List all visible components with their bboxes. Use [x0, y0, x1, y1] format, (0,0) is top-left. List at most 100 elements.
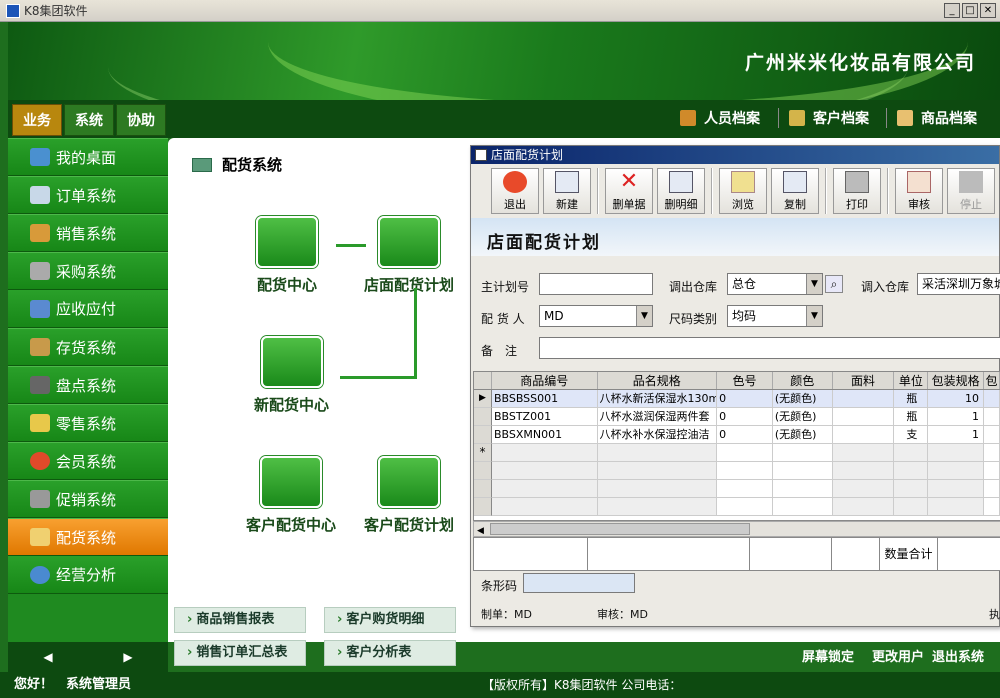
stop-icon	[959, 171, 983, 193]
quicklink-staff[interactable]: 人员档案	[680, 100, 760, 136]
flow-customer-plan[interactable]: 客户配货计划	[364, 456, 454, 535]
table-row[interactable]: BBSTZ001 八杯水滋润保湿两件套 0 (无颜色) 瓶 1	[474, 408, 1000, 426]
new-doc-icon	[555, 171, 579, 193]
minimize-button[interactable]: _	[944, 3, 960, 18]
person-label: 配 货 人	[481, 312, 525, 326]
delete-doc-button[interactable]: ✕ 删单据	[605, 168, 653, 214]
menu-tab-help[interactable]: 协助	[116, 104, 166, 136]
calculator-icon	[30, 376, 50, 394]
dropdown-arrow-icon: ▼	[806, 306, 822, 326]
table-row[interactable]: BBSXMN001 八杯水补水保湿控油洁 0 (无颜色) 支 1	[474, 426, 1000, 444]
row-pointer-icon: ▶	[474, 390, 492, 408]
dialog-toolbar: 退出 新建 ✕ 删单据 删明细 浏览 复制 打印 审核 停止	[471, 164, 999, 218]
new-row[interactable]: *	[474, 444, 1000, 462]
exec-label: 执	[989, 608, 1000, 621]
maximize-button[interactable]: □	[962, 3, 978, 18]
lock-screen-button[interactable]: 屏幕锁定	[802, 646, 854, 665]
sidebar-item-promotion[interactable]: 促销系统	[8, 480, 168, 518]
power-icon	[503, 171, 527, 193]
customer-icon	[789, 110, 805, 126]
sidebar-item-payables[interactable]: 应收应付	[8, 290, 168, 328]
sidebar-item-stocktake[interactable]: 盘点系统	[8, 366, 168, 404]
delete-detail-button[interactable]: 删明细	[657, 168, 705, 214]
next-button[interactable]: ▶	[123, 650, 132, 664]
browse-button[interactable]: 浏览	[719, 168, 767, 214]
documents-icon	[378, 456, 440, 508]
search-icon[interactable]: ⌕	[825, 275, 843, 293]
sidebar-item-sales[interactable]: 销售系统	[8, 214, 168, 252]
sidebar-item-analysis[interactable]: 经营分析	[8, 556, 168, 594]
exit-button[interactable]: 退出	[491, 168, 539, 214]
out-warehouse-select[interactable]: 总仓 ▼	[727, 273, 823, 295]
sidebar-item-order[interactable]: 订单系统	[8, 176, 168, 214]
totals-label: 数量合计	[880, 538, 938, 570]
horizontal-scrollbar[interactable]: ◀	[473, 521, 1000, 537]
report-product-sales[interactable]: › 商品销售报表	[174, 607, 306, 633]
exit-system-button[interactable]: 退出系统	[932, 646, 984, 665]
copy-button[interactable]: 复制	[771, 168, 819, 214]
list-icon	[669, 171, 693, 193]
sidebar-nav: ◀ ▶	[8, 642, 168, 672]
dialog-store-plan: 店面配货计划 退出 新建 ✕ 删单据 删明细 浏览 复制 打印 审核 停止 店面配…	[470, 145, 1000, 627]
table-row[interactable]: ▶ BBSBSS001 八杯水新活保湿水130ml 0 (无颜色) 瓶 10	[474, 390, 1000, 408]
report-customer-analysis[interactable]: › 客户分析表	[324, 640, 456, 666]
menu-tab-system[interactable]: 系统	[64, 104, 114, 136]
flow-arrow	[336, 244, 366, 247]
audit-icon	[907, 171, 931, 193]
staff-icon	[680, 110, 696, 126]
company-name: 广州米米化妆品有限公司	[744, 52, 976, 74]
flow-customer-center[interactable]: 客户配货中心	[246, 456, 336, 535]
quicklink-product[interactable]: 商品档案	[886, 100, 977, 136]
grid-header: 商品编号 品名规格 色号 颜色 面料 单位 包装规格 包	[474, 372, 1000, 390]
basket-icon	[30, 414, 50, 432]
documents-icon	[378, 216, 440, 268]
mail-icon	[192, 157, 212, 172]
note-label: 备 注	[481, 344, 518, 358]
cart-icon	[30, 262, 50, 280]
app-icon	[6, 3, 20, 18]
printer-icon	[845, 171, 869, 193]
checklist-icon	[260, 336, 323, 388]
in-warehouse-input[interactable]: 采活深圳万象城	[917, 273, 1000, 295]
sidebar-item-purchase[interactable]: 采购系统	[8, 252, 168, 290]
banner: 广州米米化妆品有限公司	[8, 22, 1000, 100]
flow-new-center[interactable]: 新配货中心	[254, 336, 329, 415]
menu-tab-business[interactable]: 业务	[12, 104, 62, 136]
main-plan-input[interactable]	[539, 273, 653, 295]
report-sales-order-summary[interactable]: › 销售订单汇总表	[174, 640, 306, 666]
audit-button[interactable]: 审核	[895, 168, 943, 214]
flow-arrow	[340, 376, 417, 379]
tools-icon	[30, 490, 50, 508]
barcode-input[interactable]	[523, 573, 635, 593]
sidebar-item-retail[interactable]: 零售系统	[8, 404, 168, 442]
out-warehouse-label: 调出仓库	[669, 280, 718, 294]
status-copyright: 【版权所有】K8集团软件 公司电话：	[482, 678, 682, 692]
note-input[interactable]	[539, 337, 1000, 359]
stop-button[interactable]: 停止	[947, 168, 995, 214]
sidebar-item-inventory[interactable]: 存货系统	[8, 328, 168, 366]
new-button[interactable]: 新建	[543, 168, 591, 214]
close-button[interactable]: ✕	[980, 3, 996, 18]
delete-icon: ✕	[619, 169, 639, 194]
main-plan-label: 主计划号	[481, 280, 530, 294]
change-user-button[interactable]: 更改用户	[872, 646, 924, 665]
sidebar-item-desktop[interactable]: 我的桌面	[8, 138, 168, 176]
vip-icon	[30, 452, 50, 470]
sidebar-item-member[interactable]: 会员系统	[8, 442, 168, 480]
dialog-titlebar: 店面配货计划	[471, 146, 999, 164]
person-select[interactable]: MD ▼	[539, 305, 653, 327]
globe-icon	[30, 565, 50, 584]
report-customer-purchase[interactable]: › 客户购货明细	[324, 607, 456, 633]
print-button[interactable]: 打印	[833, 168, 881, 214]
dropdown-arrow-icon: ▼	[636, 306, 652, 326]
auditor-label: 审核：MD	[597, 608, 648, 621]
sidebar-item-distribution[interactable]: 配货系统	[8, 518, 168, 556]
quicklink-customer[interactable]: 客户档案	[778, 100, 869, 136]
size-type-select[interactable]: 均码 ▼	[727, 305, 823, 327]
window-titlebar: K8集团软件 _ □ ✕	[0, 0, 1000, 22]
prev-button[interactable]: ◀	[43, 650, 52, 664]
detail-grid[interactable]: 商品编号 品名规格 色号 颜色 面料 单位 包装规格 包 ▶ BBSBSS001…	[473, 371, 1000, 521]
flow-distribution-center[interactable]: 配货中心	[256, 216, 318, 295]
form-header: 店面配货计划	[471, 218, 999, 256]
flow-store-plan[interactable]: 店面配货计划	[364, 216, 454, 295]
